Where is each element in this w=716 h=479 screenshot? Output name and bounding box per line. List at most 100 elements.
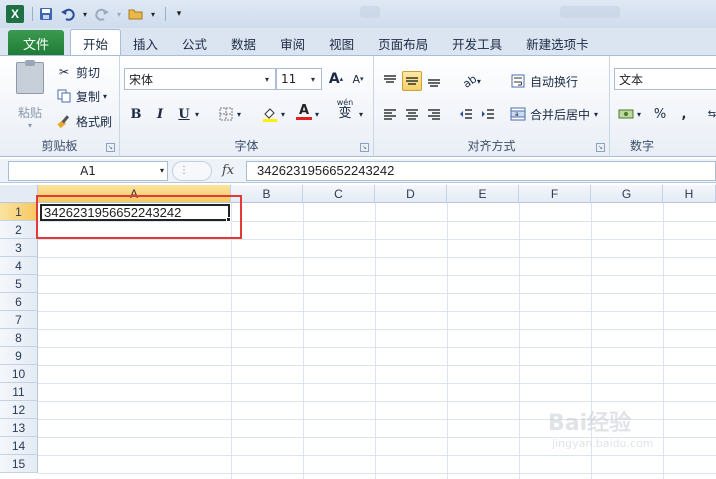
- cut-button[interactable]: ✂ 剪切: [56, 62, 100, 82]
- chevron-down-icon[interactable]: ▾: [160, 162, 164, 180]
- copy-icon: [56, 88, 72, 104]
- customize-icon[interactable]: ▾: [170, 5, 188, 23]
- spreadsheet-grid: A B C D E F G H 1 2 3 4 5 6 7 8 9 10 11 …: [0, 185, 716, 479]
- bold-button[interactable]: B: [126, 104, 146, 124]
- row-header-10[interactable]: 10: [0, 365, 38, 383]
- shrink-font-icon[interactable]: A ▾: [348, 69, 368, 89]
- grid-line: [38, 455, 716, 456]
- font-size-combo[interactable]: 11 ▾: [276, 68, 322, 90]
- align-center-icon[interactable]: [402, 104, 422, 124]
- row-header-12[interactable]: 12: [0, 401, 38, 419]
- decimal-icon[interactable]: ⇆: [702, 104, 716, 124]
- align-left-icon[interactable]: [380, 104, 400, 124]
- grid-line: [38, 257, 716, 258]
- row-header-7[interactable]: 7: [0, 311, 38, 329]
- chevron-down-icon[interactable]: ▾: [307, 69, 319, 89]
- orientation-icon[interactable]: ab ▾: [458, 71, 486, 91]
- row-header-5[interactable]: 5: [0, 275, 38, 293]
- row-header-15[interactable]: 15: [0, 455, 38, 473]
- underline-dropdown-icon[interactable]: ▾: [192, 104, 202, 124]
- tab-home[interactable]: 开始: [70, 29, 122, 56]
- tab-review[interactable]: 审阅: [268, 30, 317, 56]
- insert-function-icon[interactable]: fx: [222, 161, 244, 181]
- select-all-corner[interactable]: [0, 185, 38, 203]
- name-box[interactable]: A1 ▾: [8, 161, 168, 181]
- paste-label: 粘贴: [17, 106, 42, 120]
- column-header-f[interactable]: F: [519, 185, 591, 203]
- percent-button[interactable]: %: [650, 104, 670, 124]
- column-header-e[interactable]: E: [447, 185, 519, 203]
- tab-page-layout[interactable]: 页面布局: [366, 30, 440, 56]
- copy-button[interactable]: 复制 ▾: [56, 86, 107, 106]
- number-format-combo[interactable]: 文本: [614, 68, 716, 90]
- row-header-9[interactable]: 9: [0, 347, 38, 365]
- alignment-launcher-icon[interactable]: ↘: [596, 143, 605, 152]
- open-dropdown-icon[interactable]: ▾: [149, 5, 157, 23]
- italic-button[interactable]: I: [150, 104, 170, 124]
- open-folder-icon[interactable]: [127, 5, 145, 23]
- row-header-8[interactable]: 8: [0, 329, 38, 347]
- underline-button[interactable]: U: [174, 104, 194, 124]
- formula-input[interactable]: 3426231956652243242: [246, 161, 716, 181]
- copy-dropdown-icon[interactable]: ▾: [103, 92, 107, 101]
- merge-dropdown-icon[interactable]: ▾: [594, 110, 598, 119]
- paste-dropdown-icon[interactable]: ▾: [10, 121, 50, 130]
- paste-button[interactable]: 粘贴 ▾: [10, 60, 50, 130]
- fill-color-icon[interactable]: [260, 104, 280, 124]
- border-icon[interactable]: [216, 104, 236, 124]
- grow-font-icon[interactable]: A ▴: [326, 69, 346, 89]
- align-top-icon[interactable]: [380, 71, 400, 91]
- border-dropdown-icon[interactable]: ▾: [234, 104, 244, 124]
- align-bottom-icon[interactable]: [424, 71, 444, 91]
- excel-logo[interactable]: X: [6, 5, 24, 23]
- align-right-icon[interactable]: [424, 104, 444, 124]
- tab-formulas[interactable]: 公式: [170, 30, 219, 56]
- wrap-text-button[interactable]: 自动换行: [510, 71, 578, 91]
- font-launcher-icon[interactable]: ↘: [360, 143, 369, 152]
- decrease-indent-icon[interactable]: [456, 104, 476, 124]
- column-header-g[interactable]: G: [591, 185, 663, 203]
- clipboard-launcher-icon[interactable]: ↘: [106, 143, 115, 152]
- font-name-combo[interactable]: 宋体 ▾: [124, 68, 276, 90]
- font-color-dropdown-icon[interactable]: ▾: [312, 104, 322, 124]
- merge-center-button[interactable]: a 合并后居中 ▾: [510, 104, 598, 124]
- tab-insert[interactable]: 插入: [121, 30, 170, 56]
- row-header-3[interactable]: 3: [0, 239, 38, 257]
- row-header-11[interactable]: 11: [0, 383, 38, 401]
- formula-bar-handle[interactable]: ⋮: [172, 161, 212, 181]
- currency-icon[interactable]: [616, 104, 636, 124]
- undo-dropdown-icon[interactable]: ▾: [81, 5, 89, 23]
- tab-data[interactable]: 数据: [219, 30, 268, 56]
- row-header-6[interactable]: 6: [0, 293, 38, 311]
- font-color-icon[interactable]: A: [294, 102, 314, 122]
- number-format-value: 文本: [619, 72, 644, 87]
- column-header-h[interactable]: H: [663, 185, 716, 203]
- redo-icon[interactable]: [93, 5, 111, 23]
- merge-center-label: 合并后居中: [530, 107, 591, 122]
- chevron-down-icon[interactable]: ▾: [261, 69, 273, 89]
- tab-developer[interactable]: 开发工具: [440, 30, 514, 56]
- phonetic-dropdown-icon[interactable]: ▾: [356, 104, 366, 124]
- wrap-text-label: 自动换行: [530, 74, 579, 89]
- undo-icon[interactable]: [59, 5, 77, 23]
- row-header-1[interactable]: 1: [0, 203, 38, 221]
- comma-button[interactable]: ,: [674, 104, 694, 124]
- column-header-d[interactable]: D: [375, 185, 447, 203]
- row-header-2[interactable]: 2: [0, 221, 38, 239]
- tab-file[interactable]: 文件: [8, 30, 64, 56]
- redo-dropdown-icon[interactable]: ▾: [115, 5, 123, 23]
- save-icon[interactable]: [37, 5, 55, 23]
- column-header-c[interactable]: C: [303, 185, 375, 203]
- fill-color-dropdown-icon[interactable]: ▾: [278, 104, 288, 124]
- row-header-14[interactable]: 14: [0, 437, 38, 455]
- tab-view[interactable]: 视图: [317, 30, 366, 56]
- phonetic-icon[interactable]: wén 变: [334, 99, 356, 121]
- currency-dropdown-icon[interactable]: ▾: [634, 104, 644, 124]
- format-painter-button[interactable]: 格式刷: [56, 111, 112, 131]
- increase-indent-icon[interactable]: [478, 104, 498, 124]
- align-middle-icon[interactable]: [402, 71, 422, 91]
- tab-new-tab[interactable]: 新建选项卡: [514, 30, 601, 56]
- row-header-13[interactable]: 13: [0, 419, 38, 437]
- row-header-4[interactable]: 4: [0, 257, 38, 275]
- clipboard-group: 粘贴 ▾ ✂ 剪切 复制 ▾ 格式刷 剪贴板 ↘: [0, 56, 120, 157]
